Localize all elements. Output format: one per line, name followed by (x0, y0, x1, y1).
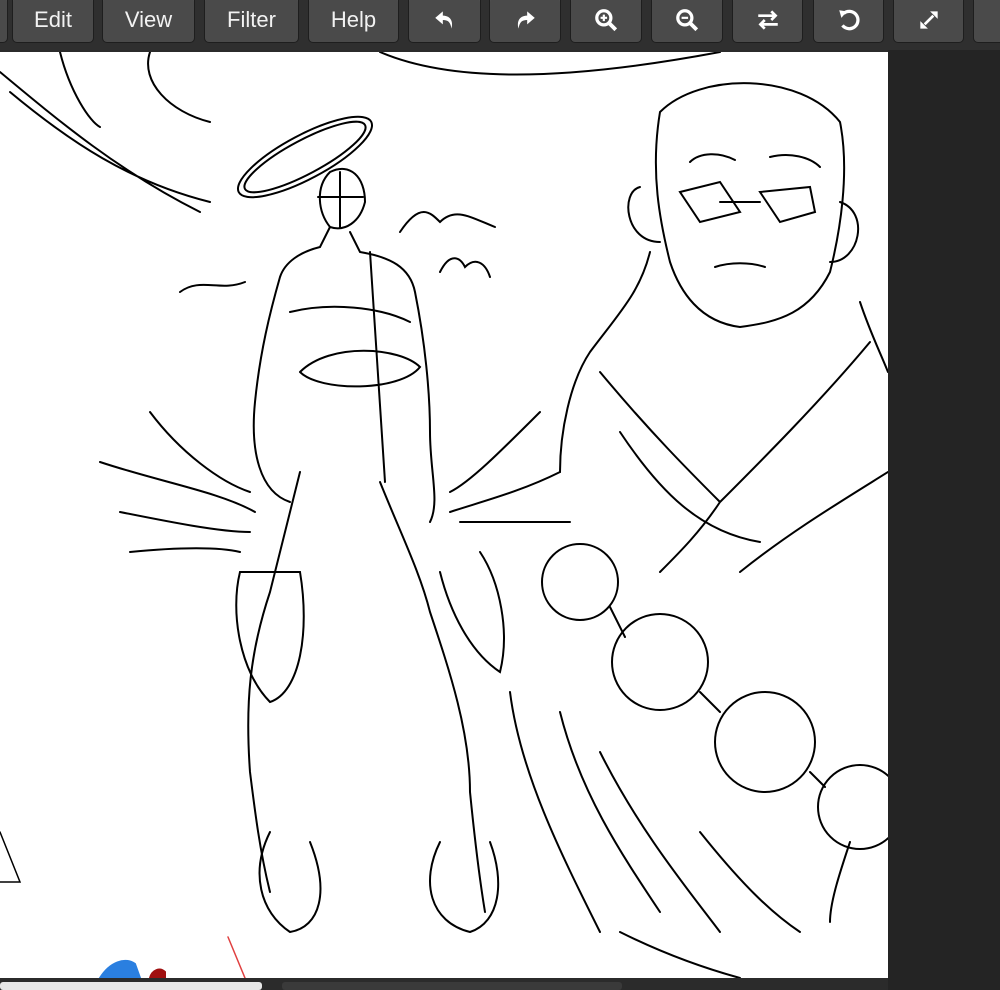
fullscreen-icon (919, 10, 938, 29)
undo-icon (434, 10, 452, 29)
flip-icon (757, 9, 778, 30)
redo-icon (517, 10, 535, 29)
flip-button[interactable] (732, 0, 803, 43)
toolbar-button-partial[interactable] (973, 0, 1000, 43)
rotate-button[interactable] (813, 0, 884, 43)
toolbar: Edit View Filter Help (0, 0, 1000, 50)
drawing-canvas[interactable] (0, 52, 888, 978)
undo-button[interactable] (408, 0, 481, 43)
zoom-in-icon (595, 8, 618, 31)
fullscreen-button[interactable] (893, 0, 964, 43)
menu-filter[interactable]: Filter (204, 0, 299, 43)
side-panel (888, 50, 1000, 990)
menu-edit[interactable]: Edit (12, 0, 94, 43)
scrollbar-track[interactable] (282, 982, 622, 990)
rotate-icon (838, 9, 860, 30)
horizontal-scrollbar[interactable] (0, 982, 262, 990)
redo-button[interactable] (489, 0, 561, 43)
menu-view[interactable]: View (102, 0, 195, 43)
zoom-out-button[interactable] (651, 0, 723, 43)
menu-help[interactable]: Help (308, 0, 399, 43)
sketch-artwork (0, 52, 888, 978)
zoom-in-button[interactable] (570, 0, 642, 43)
menu-button-partial[interactable] (0, 0, 8, 43)
zoom-out-icon (676, 8, 699, 31)
